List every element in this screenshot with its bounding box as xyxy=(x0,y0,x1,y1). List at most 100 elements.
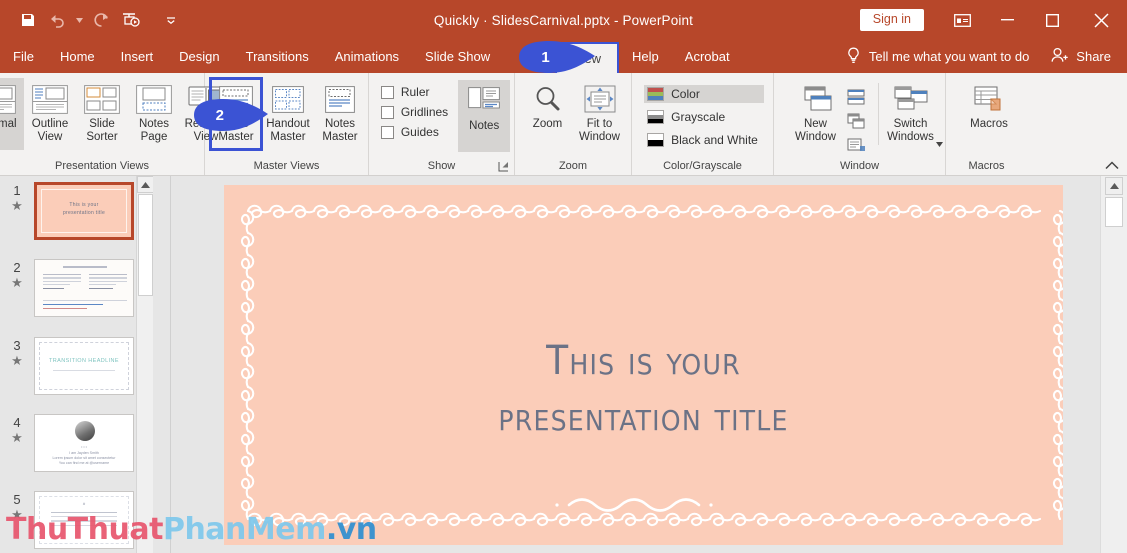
close-icon[interactable] xyxy=(1075,0,1127,40)
start-presentation-icon[interactable] xyxy=(117,7,145,33)
tell-me-search[interactable]: Tell me what you want to do xyxy=(846,47,1051,67)
color-option[interactable]: Color xyxy=(644,85,764,103)
ruler-checkbox[interactable]: Ruler xyxy=(380,85,448,99)
maximize-icon[interactable] xyxy=(1030,0,1075,40)
slide-thumbnail-pane[interactable]: 1 ★ This is yourpresentation title 2 ★ xyxy=(0,176,153,553)
list-item[interactable]: 4 ★ • • • I am Jayden Smith Lorem ipsum d… xyxy=(0,414,153,472)
scroll-up-arrow-icon[interactable] xyxy=(1105,177,1123,195)
notes-label: Notes xyxy=(469,120,500,132)
undo-icon[interactable] xyxy=(44,7,72,33)
list-item[interactable]: 2 ★ xyxy=(0,259,153,317)
move-split-icon[interactable] xyxy=(844,134,868,155)
slide-number: 3 xyxy=(13,338,21,353)
quick-access-toolbar xyxy=(0,7,185,33)
notes-master-icon xyxy=(325,82,355,116)
scroll-up-arrow-icon[interactable] xyxy=(137,176,153,193)
lightbulb-icon xyxy=(846,47,861,67)
normal-view-button[interactable]: Normal xyxy=(0,78,24,150)
notes-icon xyxy=(468,84,501,118)
grayscale-option[interactable]: Grayscale xyxy=(644,108,764,126)
tab-insert[interactable]: Insert xyxy=(108,40,167,73)
tab-transitions[interactable]: Transitions xyxy=(233,40,322,73)
slide-sorter-label: Slide Sorter xyxy=(86,118,118,143)
show-checkbox-list: Ruler Gridlines Guides xyxy=(373,78,454,139)
thumbnail-scrollbar[interactable] xyxy=(136,176,153,553)
list-item[interactable]: 5 ★ # xyxy=(0,491,153,549)
list-item[interactable]: 3 ★ TRANSITION HEADLINE xyxy=(0,337,153,395)
tab-design[interactable]: Design xyxy=(166,40,232,73)
checkbox-icon xyxy=(380,105,394,119)
notes-master-button[interactable]: Notes Master xyxy=(314,78,366,150)
zoom-button[interactable]: Zoom xyxy=(522,78,574,150)
tab-animations[interactable]: Animations xyxy=(322,40,412,73)
thumbnail-meta: 1 ★ xyxy=(0,182,34,240)
ribbon-group-show: Ruler Gridlines Guides Notes Show xyxy=(369,73,515,175)
save-icon[interactable] xyxy=(14,7,42,33)
thumbnail-meta: 5 ★ xyxy=(0,491,34,549)
macros-label: Macros xyxy=(970,118,1008,130)
scrollbar-thumb[interactable] xyxy=(138,194,153,296)
tell-me-label: Tell me what you want to do xyxy=(868,49,1030,64)
notes-master-label: Notes Master xyxy=(322,118,358,143)
gridlines-checkbox[interactable]: Gridlines xyxy=(380,105,448,119)
cascade-icon[interactable] xyxy=(844,110,868,131)
animation-star-icon: ★ xyxy=(11,198,23,213)
magnifier-icon xyxy=(533,82,563,116)
collapse-ribbon-icon[interactable] xyxy=(1103,157,1121,173)
notes-page-button[interactable]: Notes Page xyxy=(128,78,180,150)
redo-icon[interactable] xyxy=(87,7,115,33)
current-slide[interactable]: This is your presentation title xyxy=(224,185,1063,545)
share-button[interactable]: Share xyxy=(1051,47,1127,66)
tab-view[interactable]: View xyxy=(555,42,620,73)
slide-thumbnail[interactable] xyxy=(34,259,134,317)
chevron-down-icon[interactable] xyxy=(936,134,943,152)
show-dialog-launcher-icon[interactable] xyxy=(497,160,510,173)
slide-thumbnail[interactable]: This is your presentation title xyxy=(34,182,134,240)
group-label-macros: Macros xyxy=(968,160,1005,172)
tab-file[interactable]: File xyxy=(0,40,47,73)
main-scrollbar[interactable] xyxy=(1100,176,1127,553)
black-white-swatch-icon xyxy=(647,133,665,147)
slide-thumbnail[interactable]: • • • I am Jayden Smith Lorem ipsum dolor… xyxy=(34,414,134,472)
ribbon-group-master-views: Slide Master Handout Master Notes Master… xyxy=(205,73,369,175)
thumbnail-meta: 2 ★ xyxy=(0,259,34,317)
outline-view-button[interactable]: Outline View xyxy=(24,78,76,150)
guides-checkbox[interactable]: Guides xyxy=(380,125,448,139)
customize-quick-access-icon[interactable] xyxy=(157,7,185,33)
handout-master-button[interactable]: Handout Master xyxy=(262,78,314,150)
new-window-button[interactable]: New Window xyxy=(790,78,842,150)
slide-editing-stage: This is your presentation title xyxy=(171,176,1100,553)
switch-windows-label: Switch Windows xyxy=(887,118,934,143)
group-label-master-views: Master Views xyxy=(253,160,320,172)
switch-windows-button[interactable]: Switch Windows xyxy=(885,78,943,150)
slide-number: 4 xyxy=(13,415,21,430)
arrange-all-icon[interactable] xyxy=(844,86,868,107)
undo-dropdown-icon[interactable] xyxy=(74,7,85,33)
fit-to-window-button[interactable]: Fit to Window xyxy=(574,78,626,150)
sign-in-button[interactable]: Sign in xyxy=(859,8,924,32)
tab-home[interactable]: Home xyxy=(47,40,108,73)
slide-master-button[interactable]: Slide Master xyxy=(209,77,263,151)
slide-number: 2 xyxy=(13,260,21,275)
macros-button[interactable]: Macros xyxy=(963,78,1015,150)
tab-acrobat[interactable]: Acrobat xyxy=(672,40,743,73)
ribbon: Normal Outline View xyxy=(0,73,1127,176)
notes-button[interactable]: Notes xyxy=(458,80,511,152)
minimize-icon[interactable] xyxy=(985,0,1030,40)
black-and-white-option[interactable]: Black and White xyxy=(644,131,764,149)
slide-sorter-button[interactable]: Slide Sorter xyxy=(76,78,128,150)
slide-thumbnail[interactable]: TRANSITION HEADLINE xyxy=(34,337,134,395)
tab-slide-show[interactable]: Slide Show xyxy=(412,40,503,73)
animation-star-icon: ★ xyxy=(11,507,23,522)
slide-thumbnail[interactable]: # xyxy=(34,491,134,549)
scrollbar-thumb[interactable] xyxy=(1105,197,1123,227)
new-window-label: New Window xyxy=(795,118,836,143)
list-item[interactable]: 1 ★ This is your presentation title xyxy=(0,182,153,240)
slide-title[interactable]: This is your presentation title xyxy=(224,333,1063,445)
ribbon-display-options-icon[interactable] xyxy=(940,0,985,40)
grayscale-swatch-icon xyxy=(647,110,665,124)
tab-help[interactable]: Help xyxy=(619,40,672,73)
ribbon-group-window: New Window Switch Windows Window xyxy=(774,73,946,175)
normal-view-icon xyxy=(0,82,16,116)
work-area: 1 ★ This is yourpresentation title 2 ★ xyxy=(0,176,1127,553)
